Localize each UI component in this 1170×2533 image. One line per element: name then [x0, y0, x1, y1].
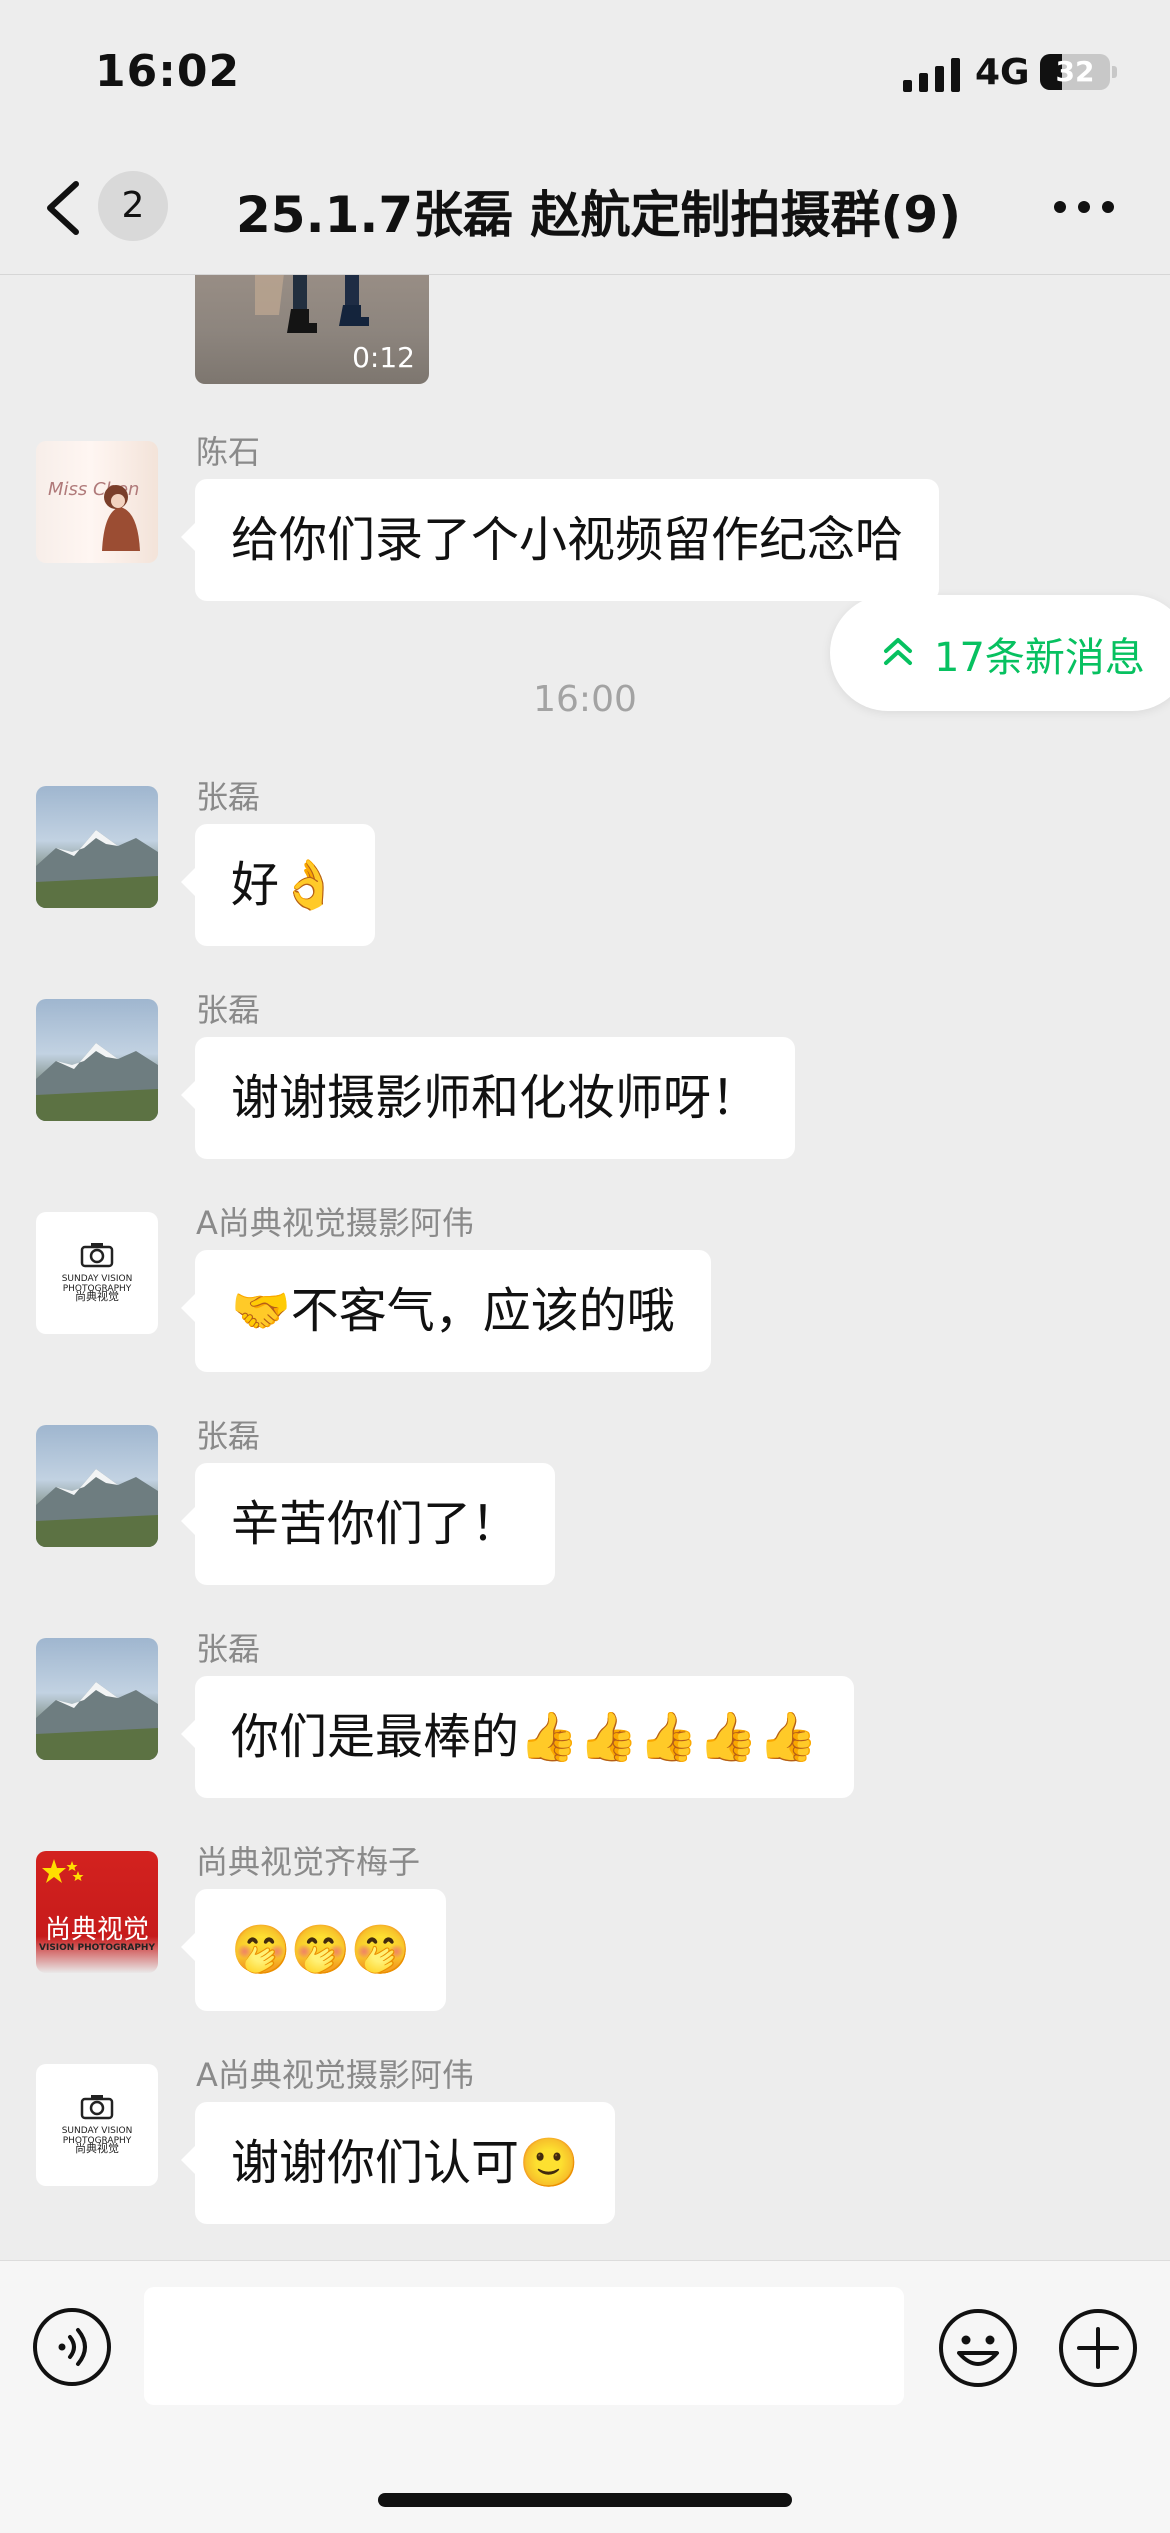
- unread-count-badge[interactable]: 2: [98, 171, 168, 241]
- message-bubble[interactable]: 谢谢摄影师和化妆师呀！: [180, 1037, 796, 1159]
- double-chevron-up-icon: [884, 638, 912, 665]
- battery-level: 32: [1055, 55, 1095, 88]
- avatar[interactable]: Miss Chen: [36, 441, 158, 563]
- emoji-icon[interactable]: [937, 2307, 1019, 2389]
- avatar[interactable]: SUNDAY VISION PHOTOGRAPHY 尚典视觉: [36, 1212, 158, 1334]
- avatar[interactable]: SUNDAY VISION PHOTOGRAPHY 尚典视觉: [36, 2064, 158, 2186]
- mountain-image: [36, 1043, 158, 1121]
- message-bubble[interactable]: 你们是最棒的👍👍👍👍👍: [181, 1676, 854, 1798]
- message-input[interactable]: [144, 2287, 904, 2405]
- home-indicator: [378, 2493, 792, 2507]
- message-bubble[interactable]: 谢谢你们认可🙂: [181, 2102, 615, 2224]
- camera-logo-icon: [80, 2095, 114, 2120]
- status-bar: 16:02 4G 32: [0, 0, 1170, 140]
- sender-name: 陈石: [196, 433, 261, 471]
- sender-name: 张磊: [196, 1417, 261, 1455]
- message-bubble[interactable]: 好👌: [181, 824, 375, 946]
- flag-logo-en: VISION PHOTOGRAPHY: [39, 1943, 155, 1953]
- camera-logo-icon: [80, 1243, 114, 1268]
- sender-name: 张磊: [196, 1630, 261, 1668]
- sender-name: 尚典视觉齐梅子: [196, 1843, 421, 1881]
- status-time: 16:02: [95, 46, 241, 97]
- chat-title[interactable]: 25.1.7张磊 赵航定制拍摄群(9): [236, 175, 961, 247]
- sender-name: 张磊: [196, 991, 261, 1029]
- sender-name: 张磊: [196, 778, 261, 816]
- network-type: 4G: [975, 52, 1030, 93]
- avatar[interactable]: [36, 1425, 158, 1547]
- more-options-icon[interactable]: [1052, 196, 1116, 218]
- avatar[interactable]: [36, 786, 158, 908]
- message-bubble[interactable]: 🤭🤭🤭: [180, 1889, 447, 2011]
- sender-name: A尚典视觉摄影阿伟: [196, 2056, 474, 2094]
- message-text: 好👌: [231, 857, 339, 913]
- message-timestamp: 16:00: [533, 679, 637, 720]
- plus-icon[interactable]: [1057, 2307, 1139, 2389]
- avatar[interactable]: [36, 999, 158, 1121]
- message-bubble[interactable]: 给你们录了个小视频留作纪念哈: [180, 479, 940, 601]
- voice-input-icon[interactable]: [32, 2307, 112, 2387]
- video-duration: 0:12: [352, 341, 415, 374]
- logo-cn-text: 尚典视觉: [75, 2142, 119, 2155]
- avatar-illustration: [102, 485, 140, 551]
- avatar[interactable]: [36, 1638, 158, 1760]
- avatar[interactable]: 尚典视觉 VISION PHOTOGRAPHY: [36, 1851, 158, 1973]
- message-bubble[interactable]: 辛苦你们了！: [180, 1463, 556, 1585]
- star-icon: [42, 1859, 84, 1883]
- sender-name: A尚典视觉摄影阿伟: [196, 1204, 474, 1242]
- video-message-thumbnail[interactable]: 0:12: [195, 275, 429, 384]
- mountain-image: [36, 1682, 158, 1760]
- battery-icon: 32: [1040, 54, 1110, 90]
- new-messages-label: 17条新消息: [934, 635, 1145, 681]
- message-bubble[interactable]: 🤝不客气，应该的哦: [181, 1250, 711, 1372]
- mountain-image: [36, 830, 158, 908]
- back-arrow-icon[interactable]: [38, 178, 88, 238]
- mountain-image: [36, 1469, 158, 1547]
- battery-cap: [1112, 66, 1117, 78]
- logo-cn-text: 尚典视觉: [75, 1290, 119, 1303]
- flag-logo-text: 尚典视觉: [44, 1915, 149, 1945]
- cellular-signal-icon: [903, 58, 960, 92]
- message-list[interactable]: 0:12 17条新消息 Miss Chen 陈石 给你们录了个小视频留作纪念哈 …: [0, 275, 1170, 2260]
- video-preview-image: [255, 275, 369, 333]
